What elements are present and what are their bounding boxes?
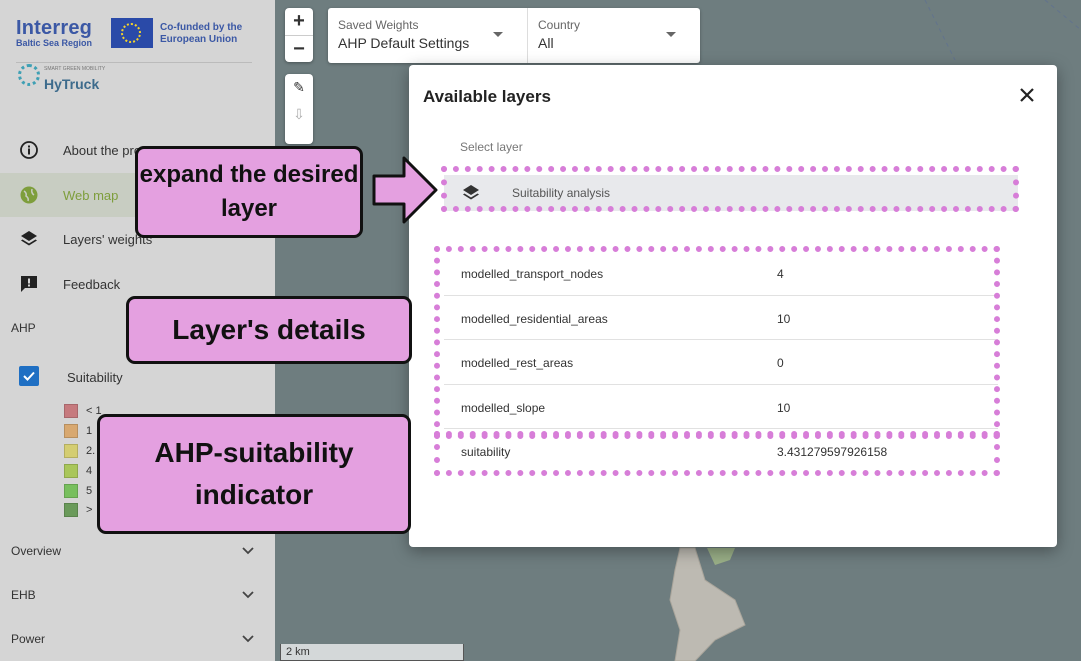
chevron-down-icon	[666, 32, 676, 37]
legend-item: >	[64, 503, 92, 517]
logo-divider	[16, 62, 252, 63]
suitability-label: Suitability	[67, 370, 123, 385]
legend-item: 5	[64, 484, 92, 498]
highlight-layer-row	[441, 166, 1019, 212]
callout-layer-details: Layer's details	[126, 296, 412, 364]
download-icon[interactable]: ⇩	[285, 101, 313, 128]
close-button[interactable]	[1017, 85, 1037, 105]
zoom-control: + −	[285, 8, 313, 62]
nav-web-map-label: Web map	[63, 187, 119, 203]
accordion-overview[interactable]: Overview	[0, 531, 275, 571]
legend-swatch	[64, 424, 78, 438]
filter-bar: Saved Weights AHP Default Settings Count…	[328, 8, 700, 63]
saved-weights-value: AHP Default Settings	[338, 35, 470, 51]
dialog-title: Available layers	[423, 87, 551, 106]
legend-swatch	[64, 444, 78, 458]
saved-weights-label: Saved Weights	[338, 18, 419, 32]
accordion-ehb[interactable]: EHB	[0, 575, 275, 615]
ahp-heading: AHP	[11, 321, 36, 335]
accordion-overview-label: Overview	[11, 544, 62, 558]
accordion-power[interactable]: Power	[0, 619, 275, 659]
hytruck-tagline: SMART GREEN MOBILITY	[44, 66, 106, 72]
layers-icon	[19, 229, 39, 249]
accordion-ehb-label: EHB	[11, 588, 36, 602]
nav-about-label: About the pro	[63, 142, 142, 158]
country-label: Country	[538, 18, 581, 32]
chevron-down-icon	[493, 32, 503, 37]
hytruck-logo: HyTruck	[44, 76, 100, 92]
arrow-right-icon	[372, 156, 438, 224]
legend-swatch	[64, 503, 78, 517]
legend-item: 2.	[64, 444, 95, 458]
scale-bar: 2 km	[280, 644, 464, 661]
legend-item: 1	[64, 424, 92, 438]
interreg-region: Baltic Sea Region	[16, 38, 93, 48]
draw-toolbar: ✎ ⇩	[285, 74, 313, 144]
hytruck-logo-icon	[18, 64, 40, 86]
legend-item: 4	[64, 464, 92, 478]
accordion-power-label: Power	[11, 632, 46, 646]
globe-icon	[19, 185, 39, 205]
legend-label: 2.	[86, 445, 96, 457]
callout-ahp-indicator: AHP-suitability indicator	[97, 414, 411, 534]
chevron-down-icon	[242, 635, 254, 643]
interreg-logo: Interreg	[16, 17, 93, 39]
cofunded-text: Co-funded by the European Union	[160, 22, 243, 45]
eu-flag-icon	[111, 18, 153, 48]
legend-swatch	[64, 464, 78, 478]
legend-swatch	[64, 404, 78, 418]
saved-weights-select[interactable]: Saved Weights AHP Default Settings	[328, 8, 528, 63]
chevron-down-icon	[242, 591, 254, 599]
zoom-out-button[interactable]: −	[285, 35, 313, 62]
info-icon	[19, 140, 39, 160]
check-icon	[23, 371, 35, 381]
callout-expand-layer: expand the desired layer	[135, 146, 363, 238]
feedback-icon	[19, 274, 39, 294]
legend-item: < 1	[64, 404, 102, 418]
chevron-down-icon	[242, 547, 254, 555]
country-select[interactable]: Country All	[528, 8, 700, 63]
select-layer-label: Select layer	[460, 140, 523, 154]
close-icon	[1020, 88, 1034, 102]
zoom-in-button[interactable]: +	[285, 8, 313, 35]
legend-label: 1	[86, 425, 93, 437]
highlight-suitability-row	[434, 431, 1000, 476]
suitability-checkbox[interactable]	[19, 366, 39, 386]
legend-label: >	[86, 504, 93, 516]
legend-swatch	[64, 484, 78, 498]
pencil-icon[interactable]: ✎	[285, 74, 313, 101]
nav-feedback-label: Feedback	[63, 276, 121, 292]
legend-label: 4	[86, 465, 93, 477]
country-value: All	[538, 35, 554, 51]
highlight-layer-details	[434, 246, 1000, 439]
legend-label: 5	[86, 485, 93, 497]
